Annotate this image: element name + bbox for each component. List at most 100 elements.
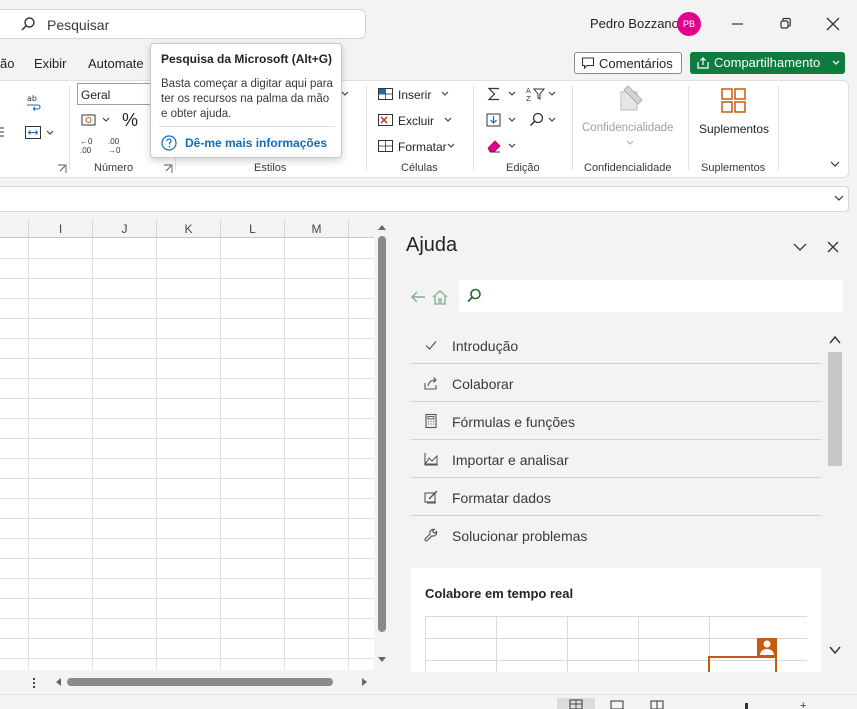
help-pane-title: Ajuda <box>406 234 458 256</box>
wrap-text-icon[interactable]: ab <box>24 92 44 112</box>
format-cells-button[interactable]: Formatar <box>398 140 447 154</box>
accounting-format-icon[interactable] <box>80 112 100 130</box>
autosum-dropdown-icon[interactable] <box>508 91 516 97</box>
number-launcher-icon[interactable] <box>163 164 173 174</box>
pane-options-chevron-icon[interactable] <box>792 240 808 254</box>
help-topic-solucionar[interactable]: Solucionar problemas <box>411 516 821 554</box>
align-icon[interactable] <box>0 125 6 139</box>
scroll-up-icon[interactable] <box>377 223 387 231</box>
normal-view-icon[interactable] <box>557 698 595 709</box>
group-label-confidencialidade: Confidencialidade <box>584 162 672 174</box>
fill-icon[interactable] <box>485 112 503 128</box>
help-topic-importar[interactable]: Importar e analisar <box>411 440 821 478</box>
formula-expand-chevron-icon[interactable] <box>833 193 845 203</box>
percent-style-button[interactable]: % <box>122 110 138 131</box>
delete-dropdown-icon[interactable] <box>444 117 452 123</box>
back-arrow-icon[interactable] <box>409 289 427 305</box>
scroll-down-icon[interactable] <box>377 656 387 664</box>
insert-cells-button[interactable]: Inserir <box>398 88 431 102</box>
menu-tab-automate[interactable]: Automate <box>88 56 144 71</box>
page-break-view-icon[interactable] <box>650 700 664 709</box>
search-input[interactable]: Pesquisar <box>0 9 366 39</box>
column-header[interactable]: I <box>29 220 93 238</box>
minimize-icon[interactable] <box>726 12 750 36</box>
column-header[interactable]: J <box>93 220 157 238</box>
more-options-icon[interactable] <box>29 676 39 690</box>
svg-text:ab: ab <box>27 94 37 103</box>
vertical-scroll-thumb[interactable] <box>378 236 386 632</box>
autosum-icon[interactable] <box>486 86 502 102</box>
help-scroll-down-icon[interactable] <box>828 644 842 656</box>
checkmark-icon <box>425 341 437 350</box>
clear-eraser-icon[interactable] <box>485 138 503 154</box>
group-label-celulas: Células <box>401 162 438 174</box>
format-dropdown-icon[interactable] <box>447 143 455 149</box>
comments-button[interactable]: Comentários <box>574 52 682 74</box>
avatar[interactable]: PB <box>677 12 701 36</box>
restore-icon[interactable] <box>773 12 797 36</box>
sort-dropdown-icon[interactable] <box>548 91 556 97</box>
merge-dropdown-icon[interactable] <box>46 130 54 136</box>
page-layout-view-icon[interactable] <box>610 700 624 709</box>
column-header[interactable]: L <box>221 220 285 238</box>
zoom-slider-thumb[interactable] <box>745 703 748 709</box>
fill-dropdown-icon[interactable] <box>508 117 516 123</box>
addins-button[interactable]: Suplementos <box>699 122 769 136</box>
close-pane-icon[interactable] <box>825 239 841 255</box>
alignment-launcher-icon[interactable] <box>57 164 67 174</box>
insert-dropdown-icon[interactable] <box>441 91 449 97</box>
help-scroll-thumb[interactable] <box>828 352 842 466</box>
tooltip-more-info-link[interactable]: Dê-me mais informações <box>185 136 327 150</box>
group-separator <box>778 86 779 170</box>
column-header[interactable]: M <box>285 220 349 238</box>
delete-cells-button[interactable]: Excluir <box>398 114 434 128</box>
addins-icon[interactable] <box>719 86 749 116</box>
sort-filter-icon[interactable]: AZ <box>526 86 546 102</box>
group-label-edicao: Edição <box>506 162 540 174</box>
column-header[interactable]: K <box>157 220 221 238</box>
formula-bar[interactable] <box>0 186 849 212</box>
column-header-partial[interactable] <box>0 220 29 238</box>
find-select-icon[interactable] <box>528 111 546 129</box>
increase-decimal-button[interactable]: ←0 .00 <box>80 137 100 155</box>
scroll-left-icon[interactable] <box>54 677 62 687</box>
tooltip-divider <box>159 126 335 127</box>
number-format-value: Geral <box>81 88 111 102</box>
delete-cells-icon[interactable] <box>377 112 395 128</box>
accounting-dropdown-icon[interactable] <box>102 117 110 123</box>
number-format-select[interactable]: Geral <box>77 83 157 105</box>
zoom-in-icon[interactable]: + <box>800 700 806 709</box>
ribbon-collapse-chevron-icon[interactable] <box>829 159 841 169</box>
menu-tab-partial[interactable]: ão <box>0 56 14 71</box>
help-topic-formatar[interactable]: Formatar dados <box>411 478 821 516</box>
group-separator <box>69 86 70 170</box>
column-headers: I J K L M <box>0 220 374 238</box>
help-topic-label: Formatar dados <box>452 490 551 506</box>
home-icon[interactable] <box>431 289 449 306</box>
calculator-icon <box>425 413 437 429</box>
menu-tab-exibir[interactable]: Exibir <box>34 56 67 71</box>
horizontal-scroll-thumb[interactable] <box>67 678 333 686</box>
chevron-down-icon[interactable] <box>831 59 841 67</box>
close-window-icon[interactable] <box>821 12 845 36</box>
help-search-input[interactable] <box>459 280 843 312</box>
worksheet-grid[interactable] <box>0 220 374 670</box>
help-topic-colaborar[interactable]: Colaborar <box>411 364 821 402</box>
share-button[interactable]: Compartilhamento <box>690 52 845 74</box>
styles-dropdown-icon[interactable] <box>341 90 349 98</box>
help-topic-introducao[interactable]: Introdução <box>411 326 821 364</box>
help-topic-formulas[interactable]: Fórmulas e funções <box>411 402 821 440</box>
clear-dropdown-icon[interactable] <box>508 143 516 149</box>
share-label: Compartilhamento <box>714 55 821 70</box>
help-question-icon[interactable] <box>161 135 177 151</box>
help-topic-label: Solucionar problemas <box>452 528 588 544</box>
help-scroll-up-icon[interactable] <box>828 334 842 346</box>
scroll-right-icon[interactable] <box>361 677 369 687</box>
comments-label: Comentários <box>599 56 673 71</box>
find-dropdown-icon[interactable] <box>548 117 556 123</box>
help-card[interactable]: Colabore em tempo real <box>411 568 821 672</box>
insert-cells-icon[interactable] <box>377 86 395 102</box>
decrease-decimal-button[interactable]: .00 →0 <box>108 137 128 155</box>
format-cells-icon[interactable] <box>377 138 395 154</box>
merge-cells-icon[interactable] <box>24 124 44 142</box>
